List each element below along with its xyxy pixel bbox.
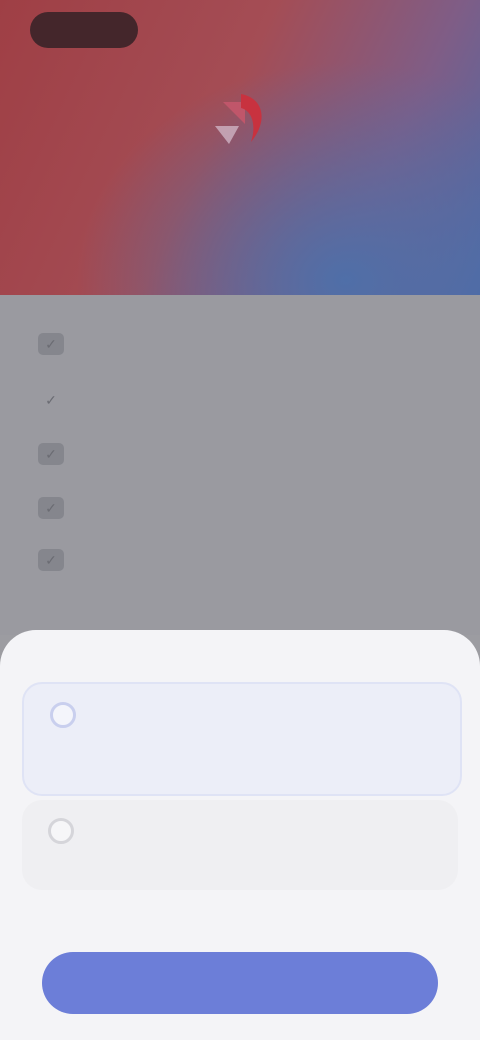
continue-button[interactable] xyxy=(42,952,438,1014)
radio-unselected-icon xyxy=(48,818,74,844)
radio-selected-icon xyxy=(50,702,76,728)
feature-item: ✓ xyxy=(38,389,82,411)
check-icon: ✓ xyxy=(38,549,64,571)
feature-list: ✓ ✓ ✓ ✓ ✓ xyxy=(0,295,480,635)
feature-item: ✓ xyxy=(38,549,82,571)
plan-option[interactable] xyxy=(22,800,458,890)
hero-banner xyxy=(0,0,480,295)
check-icon: ✓ xyxy=(38,443,64,465)
check-icon: ✓ xyxy=(45,391,57,408)
back-button[interactable] xyxy=(30,12,138,48)
plan-sheet xyxy=(0,630,480,1040)
feature-item: ✓ xyxy=(38,443,82,465)
feature-item: ✓ xyxy=(38,497,82,519)
brand-logo-icon xyxy=(215,94,262,144)
feature-item: ✓ xyxy=(38,333,82,355)
check-icon: ✓ xyxy=(38,333,64,355)
plan-option-selected[interactable] xyxy=(22,682,462,796)
check-icon: ✓ xyxy=(38,497,64,519)
